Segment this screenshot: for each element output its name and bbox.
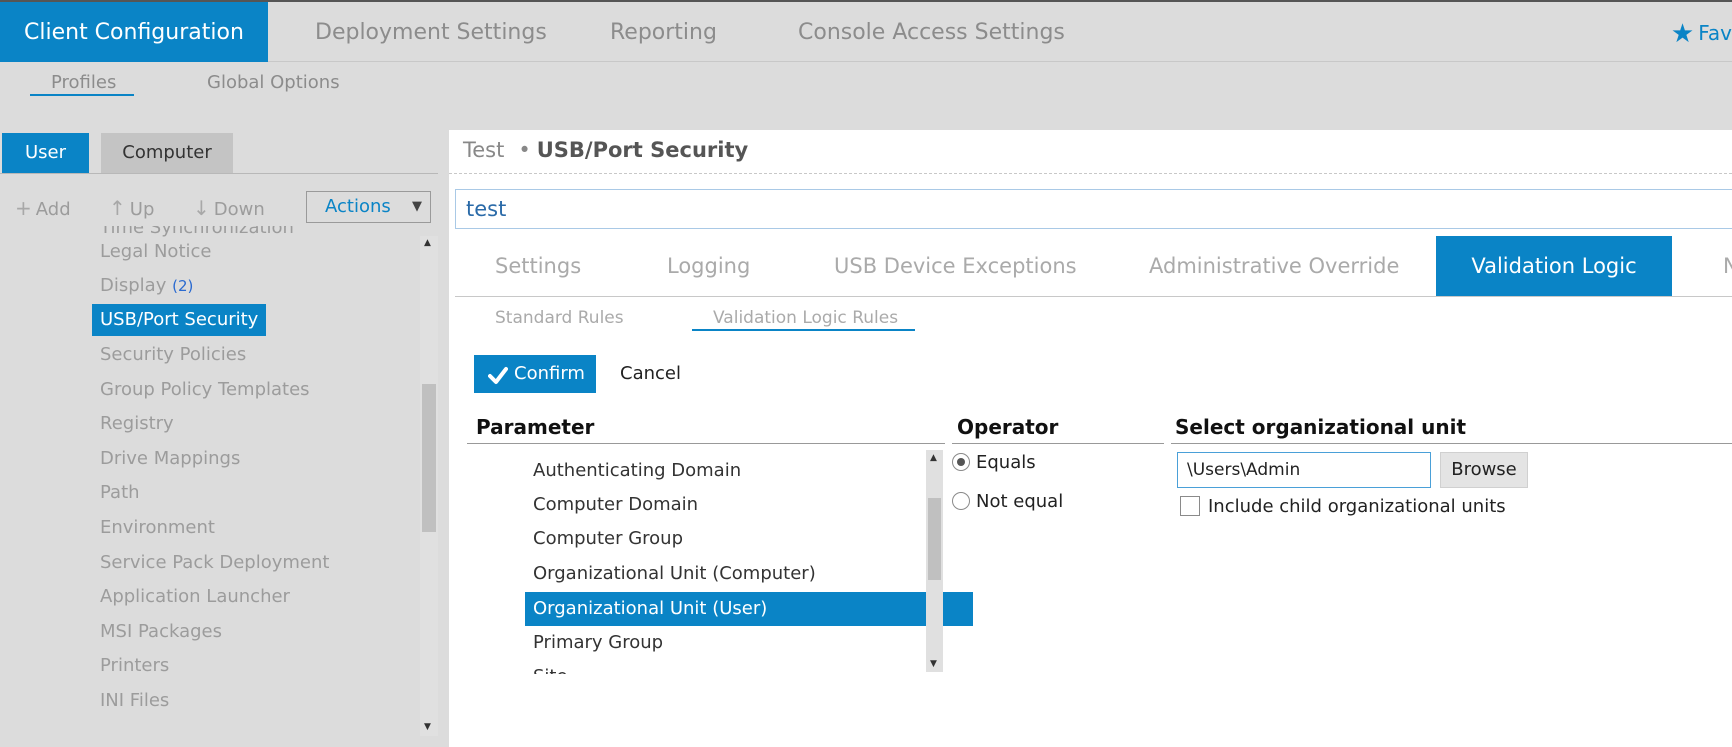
list-item[interactable]: Environment bbox=[100, 512, 215, 544]
ou-header-line bbox=[1171, 443, 1732, 444]
down-label: Down bbox=[213, 199, 265, 220]
list-item-selected[interactable]: Organizational Unit (User) bbox=[525, 592, 973, 626]
tab-validation-logic[interactable]: Validation Logic bbox=[1436, 236, 1672, 296]
checkmark-icon bbox=[488, 367, 508, 384]
parameter-header-line bbox=[467, 443, 945, 444]
radio-unselected-icon[interactable] bbox=[952, 492, 970, 510]
list-item[interactable]: Primary Group bbox=[525, 626, 973, 660]
parameter-header: Parameter bbox=[476, 415, 595, 439]
nav-tab-deployment-settings[interactable]: Deployment Settings bbox=[315, 2, 547, 62]
radio-selected-icon[interactable] bbox=[952, 453, 970, 471]
list-item[interactable]: Service Pack Deployment bbox=[100, 547, 329, 579]
list-item[interactable]: Registry bbox=[100, 408, 174, 440]
arrow-down-icon: ↓ bbox=[193, 196, 210, 220]
operator-not-equal-label: Not equal bbox=[976, 491, 1064, 512]
include-child-ou-option[interactable]: Include child organizational units bbox=[1180, 496, 1506, 517]
scroll-thumb[interactable] bbox=[422, 384, 436, 532]
count-badge: (2) bbox=[172, 277, 194, 295]
ou-path-input[interactable] bbox=[1177, 452, 1431, 488]
browse-button[interactable]: Browse bbox=[1440, 452, 1528, 488]
tab-settings[interactable]: Settings bbox=[495, 236, 581, 296]
list-item[interactable]: Computer Domain bbox=[525, 488, 973, 522]
star-icon: ★ bbox=[1670, 19, 1695, 49]
parameter-list: Authenticating Domain Computer Domain Co… bbox=[525, 446, 985, 674]
subnav-active-indicator bbox=[30, 94, 134, 96]
subtab-validation-logic-rules[interactable]: Validation Logic Rules bbox=[713, 308, 898, 328]
list-item-selected[interactable]: USB/Port Security bbox=[92, 304, 267, 336]
favorites-label: Fav bbox=[1698, 21, 1732, 45]
header-divider bbox=[449, 173, 1732, 174]
top-nav: Client Configuration Deployment Settings… bbox=[0, 0, 1732, 62]
list-item[interactable]: Legal Notice bbox=[100, 236, 211, 268]
operator-equals-label: Equals bbox=[976, 452, 1036, 473]
subnav-global-options[interactable]: Global Options bbox=[207, 72, 340, 93]
main-panel: Test•USB/Port Security Settings Logging … bbox=[449, 130, 1732, 747]
tabs-divider bbox=[455, 296, 1732, 297]
up-button[interactable]: ↑ Up bbox=[109, 196, 154, 220]
actions-label: Actions bbox=[325, 196, 391, 217]
down-button[interactable]: ↓ Down bbox=[193, 196, 265, 220]
list-item[interactable]: Organizational Unit (Computer) bbox=[525, 557, 973, 591]
tab-next[interactable]: N bbox=[1723, 236, 1732, 296]
parameter-scrollbar[interactable]: ▲ ▼ bbox=[926, 450, 943, 672]
breadcrumb-section: USB/Port Security bbox=[536, 138, 749, 162]
list-item[interactable]: Security Policies bbox=[100, 339, 246, 371]
breadcrumb-separator: • bbox=[518, 138, 531, 162]
ou-header: Select organizational unit bbox=[1175, 415, 1467, 439]
breadcrumb: Test • USB/Port Security bbox=[463, 138, 748, 162]
operator-equals-option[interactable]: Equals bbox=[952, 452, 1036, 473]
list-item[interactable]: Authenticating Domain bbox=[525, 454, 973, 488]
add-button[interactable]: + Add bbox=[15, 196, 71, 220]
left-panel-scrollbar[interactable]: ▲ ▼ bbox=[420, 236, 438, 736]
nav-tab-reporting[interactable]: Reporting bbox=[610, 2, 717, 62]
plus-icon: + bbox=[15, 196, 32, 220]
list-item[interactable]: MSI Packages bbox=[100, 616, 222, 648]
tab-usb-device-exceptions[interactable]: USB Device Exceptions bbox=[834, 236, 1077, 296]
list-item[interactable]: Application Launcher bbox=[100, 581, 290, 613]
list-item[interactable]: Group Policy Templates bbox=[100, 374, 310, 406]
include-child-ou-label: Include child organizational units bbox=[1208, 496, 1506, 517]
list-item[interactable]: Printers bbox=[100, 650, 169, 682]
tab-logging[interactable]: Logging bbox=[667, 236, 750, 296]
scroll-thumb[interactable] bbox=[928, 498, 941, 580]
confirm-label: Confirm bbox=[514, 363, 585, 384]
nav-tab-client-configuration[interactable]: Client Configuration bbox=[0, 2, 268, 62]
tab-user[interactable]: User bbox=[2, 133, 89, 173]
actions-dropdown[interactable]: Actions ▼ bbox=[306, 191, 431, 223]
scroll-up-icon[interactable]: ▲ bbox=[424, 238, 431, 248]
list-item[interactable]: Display (2) bbox=[100, 270, 193, 302]
nav-tab-console-access-settings[interactable]: Console Access Settings bbox=[798, 2, 1065, 62]
scroll-down-icon[interactable]: ▼ bbox=[424, 722, 431, 732]
list-item[interactable]: Drive Mappings bbox=[100, 443, 240, 475]
subtab-standard-rules[interactable]: Standard Rules bbox=[495, 308, 624, 328]
add-label: Add bbox=[35, 199, 71, 220]
include-child-ou-checkbox[interactable] bbox=[1180, 496, 1200, 516]
list-item[interactable]: Site bbox=[525, 660, 973, 674]
scroll-down-icon[interactable]: ▼ bbox=[930, 659, 937, 669]
cancel-button[interactable]: Cancel bbox=[620, 363, 681, 384]
operator-header: Operator bbox=[957, 415, 1059, 439]
profile-settings-list: Time Synchronization Legal Notice Displa… bbox=[0, 226, 420, 736]
list-item[interactable]: Computer Group bbox=[525, 522, 973, 556]
tab-computer[interactable]: Computer bbox=[101, 133, 233, 173]
subnav-profiles[interactable]: Profiles bbox=[51, 72, 116, 93]
scroll-up-icon[interactable]: ▲ bbox=[930, 453, 937, 463]
arrow-up-icon: ↑ bbox=[109, 196, 126, 220]
list-item[interactable]: INI Files bbox=[100, 685, 169, 717]
list-item-label: Display bbox=[100, 275, 167, 296]
operator-not-equal-option[interactable]: Not equal bbox=[952, 491, 1063, 512]
up-label: Up bbox=[129, 199, 155, 220]
operator-header-line bbox=[952, 443, 1164, 444]
subtab-active-indicator bbox=[692, 329, 915, 331]
list-item[interactable]: Path bbox=[100, 477, 140, 509]
favorites-button[interactable]: ★ Fav bbox=[1671, 2, 1732, 62]
breadcrumb-profile[interactable]: Test bbox=[463, 138, 504, 162]
profile-name-input[interactable] bbox=[455, 189, 1732, 229]
confirm-button[interactable]: Confirm bbox=[474, 355, 596, 393]
left-panel-divider bbox=[0, 173, 438, 174]
tab-administrative-override[interactable]: Administrative Override bbox=[1149, 236, 1399, 296]
caret-down-icon: ▼ bbox=[412, 199, 422, 214]
